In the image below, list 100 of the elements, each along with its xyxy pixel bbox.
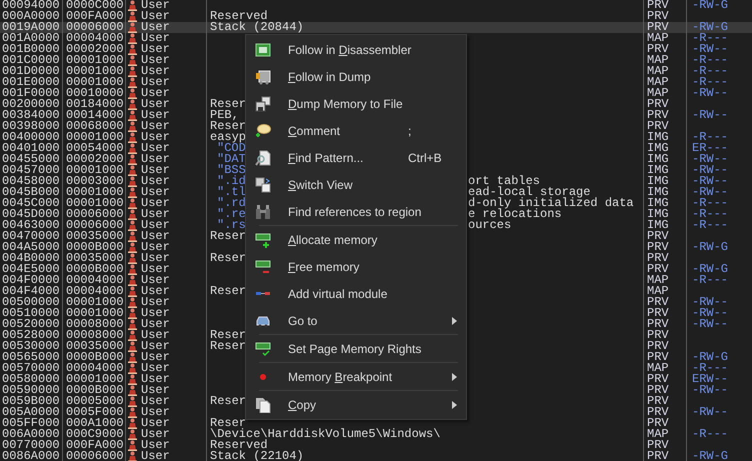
size-cell: 000A1000 [66, 418, 124, 429]
type-cell: IMG [647, 165, 669, 176]
size-cell: 00001000 [66, 165, 124, 176]
binoculars-icon [255, 204, 271, 220]
protection-cell: -R--- [692, 132, 728, 143]
protection-cell: -RW-- [692, 176, 728, 187]
address-cell: 00570000 [2, 363, 60, 374]
size-cell: 00004000 [66, 286, 124, 297]
address-cell: 00384000 [2, 110, 60, 121]
address-cell: 001F0000 [2, 88, 60, 99]
type-cell: PRV [647, 407, 669, 418]
user-icon [128, 352, 137, 363]
size-cell: 00004000 [66, 275, 124, 286]
size-cell: 0000C000 [66, 0, 124, 11]
size-cell: 00035000 [66, 253, 124, 264]
menu-item[interactable]: Dump Memory to File [246, 90, 466, 117]
owner-cell: User [141, 143, 170, 154]
address-cell: 00458000 [2, 176, 60, 187]
type-cell: IMG [647, 132, 669, 143]
owner-cell: User [141, 264, 170, 275]
menu-item[interactable]: Comment ; [246, 117, 466, 144]
user-icon [128, 385, 137, 396]
protection-cell: -RW-G [692, 242, 728, 253]
user-icon [128, 440, 137, 451]
menu-item[interactable]: Set Page Memory Rights [246, 335, 466, 362]
address-cell: 00770000 [2, 440, 60, 451]
protection-cell: -RW-- [692, 187, 728, 198]
menu-item[interactable]: Find Pattern... Ctrl+B [246, 144, 466, 171]
menu-item[interactable]: Memory Breakpoint [246, 363, 466, 390]
user-icon [128, 297, 137, 308]
address-cell: 001A0000 [2, 33, 60, 44]
size-cell: 0000B000 [66, 352, 124, 363]
address-cell: 004A5000 [2, 242, 60, 253]
size-cell: 00035000 [66, 231, 124, 242]
menu-item[interactable]: Add virtual module [246, 280, 466, 307]
user-icon [128, 429, 137, 440]
type-cell: PRV [647, 44, 669, 55]
user-icon [128, 88, 137, 99]
menu-item[interactable]: Free memory [246, 253, 466, 280]
user-icon [128, 66, 137, 77]
user-icon [128, 209, 137, 220]
memory-row[interactable]: 00094000 0000C000 User PRV -RW-G [0, 0, 752, 11]
user-icon [128, 55, 137, 66]
type-cell: PRV [647, 418, 669, 429]
size-cell: 00004000 [66, 363, 124, 374]
owner-cell: User [141, 220, 170, 231]
protection-cell: -RW-G [692, 264, 728, 275]
user-icon [128, 341, 137, 352]
type-cell: PRV [647, 11, 669, 22]
protection-cell: -R--- [692, 220, 728, 231]
owner-cell: User [141, 176, 170, 187]
protection-cell: -R--- [692, 33, 728, 44]
menu-item[interactable]: Follow in Disassembler [246, 36, 466, 63]
address-cell: 00500000 [2, 297, 60, 308]
owner-cell: User [141, 363, 170, 374]
menu-item[interactable]: Copy [246, 391, 466, 418]
type-cell: PRV [647, 242, 669, 253]
info-cell: Reser [210, 119, 246, 133]
owner-cell: User [141, 132, 170, 143]
owner-cell: User [141, 429, 170, 440]
menu-item[interactable]: Follow in Dump [246, 63, 466, 90]
user-icon [128, 0, 137, 11]
size-cell: 00054000 [66, 143, 124, 154]
type-cell: MAP [647, 429, 669, 440]
address-cell: 001C0000 [2, 55, 60, 66]
memory-row[interactable]: 00770000 000FA000 User Reserved PRV [0, 440, 752, 451]
address-cell: 001B0000 [2, 44, 60, 55]
user-icon [128, 231, 137, 242]
owner-cell: User [141, 44, 170, 55]
memory-row[interactable]: 0019A000 00006000 User Stack (20844) PRV -RW-G [0, 22, 752, 33]
protection-cell: -RW-- [692, 88, 728, 99]
menu-item[interactable]: Go to [246, 307, 466, 334]
type-cell: PRV [647, 330, 669, 341]
memory-row[interactable]: 006A0000 000C9000 User \Device\HarddiskVolume5\Windows\ MAP -R--- [0, 429, 752, 440]
user-icon [128, 99, 137, 110]
owner-cell: User [141, 187, 170, 198]
owner-cell: User [141, 165, 170, 176]
size-cell: 0000B000 [66, 242, 124, 253]
owner-cell: User [141, 330, 170, 341]
owner-cell: User [141, 110, 170, 121]
protection-cell: -R--- [692, 77, 728, 88]
type-cell: MAP [647, 55, 669, 66]
address-cell: 00520000 [2, 319, 60, 330]
menu-item[interactable]: Switch View [246, 171, 466, 198]
type-cell: IMG [647, 220, 669, 231]
protection-cell: ER--- [692, 143, 728, 154]
size-cell: 00003000 [66, 176, 124, 187]
owner-cell: User [141, 242, 170, 253]
address-cell: 0045D000 [2, 209, 60, 220]
size-cell: 00035000 [66, 341, 124, 352]
menu-item[interactable]: Allocate memory [246, 226, 466, 253]
protection-cell: -RW-G [692, 22, 728, 33]
address-cell: 00457000 [2, 165, 60, 176]
size-cell: 000FA000 [66, 440, 124, 451]
menu-item[interactable]: Find references to region [246, 198, 466, 225]
owner-cell: User [141, 352, 170, 363]
user-icon [128, 264, 137, 275]
user-icon [128, 143, 137, 154]
address-cell: 004F4000 [2, 286, 60, 297]
protection-cell: -RW-G [692, 0, 728, 11]
